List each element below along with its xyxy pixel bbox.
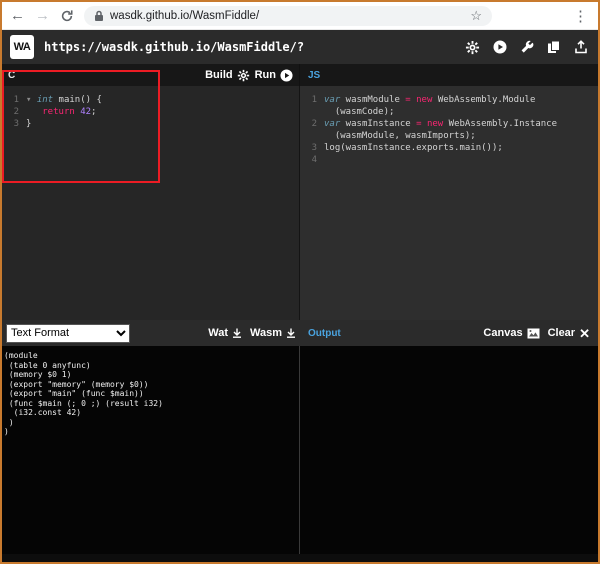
clear-label: Clear — [547, 327, 576, 339]
upload-icon — [575, 40, 587, 54]
browser-chrome: ← → wasdk.github.io/WasmFiddle/ ☆ ⋮ — [2, 2, 598, 30]
tools-button[interactable] — [520, 40, 534, 54]
run-header-button[interactable] — [493, 40, 507, 54]
canvas-pane — [300, 346, 598, 554]
gear-icon — [465, 40, 480, 54]
share-button[interactable] — [574, 40, 588, 54]
run-button[interactable]: Run — [254, 68, 293, 82]
js-toolbar-section: JS — [300, 64, 598, 86]
docs-button[interactable] — [547, 40, 561, 54]
wasmfiddle-logo: WA — [10, 35, 34, 59]
app-window: ← → wasdk.github.io/WasmFiddle/ ☆ ⋮ WA h… — [0, 0, 600, 564]
wat-label: Wat — [208, 327, 228, 339]
canvas-clear-group: Canvas Clear ✕ — [483, 327, 590, 340]
build-gear-icon — [237, 69, 249, 81]
canvas-image-icon — [527, 328, 540, 338]
bottom-bar — [2, 554, 598, 562]
output-section-header: Output Canvas Clear ✕ — [300, 327, 598, 340]
page-title: https://wasdk.github.io/WasmFiddle/? — [44, 40, 305, 54]
play-circle-icon — [493, 40, 507, 54]
tab-c[interactable]: C — [8, 70, 15, 81]
settings-button[interactable] — [465, 40, 480, 55]
wasmfiddle-header: WA https://wasdk.github.io/WasmFiddle/? — [2, 30, 598, 64]
wasm-label: Wasm — [250, 327, 282, 339]
browser-menu-button[interactable]: ⋮ — [573, 7, 590, 25]
editor-toolbar: C Build Run JS — [2, 64, 598, 86]
address-bar[interactable]: wasdk.github.io/WasmFiddle/ ☆ — [84, 5, 492, 26]
download-icon — [233, 328, 241, 338]
header-actions — [465, 40, 588, 55]
build-button-label: Build — [205, 69, 233, 81]
run-play-icon — [280, 68, 293, 82]
clear-button[interactable]: Clear ✕ — [548, 327, 590, 340]
wrench-icon — [521, 40, 534, 53]
canvas-label: Canvas — [483, 327, 523, 339]
back-button[interactable]: ← — [10, 8, 25, 23]
forward-button[interactable]: → — [35, 8, 50, 23]
reload-button[interactable] — [60, 9, 74, 23]
download-icon — [287, 328, 295, 338]
download-wat-button[interactable]: Wat — [208, 327, 242, 339]
address-url[interactable]: wasdk.github.io/WasmFiddle/ — [110, 10, 464, 22]
build-run-group: Build Run — [205, 68, 293, 82]
lock-icon — [95, 10, 103, 21]
wat-output-text: (module (table 0 anyfunc) (memory $0 1) … — [4, 351, 163, 436]
docs-icon — [548, 40, 560, 53]
js-editor[interactable]: 1 var wasmModule = new WebAssembly.Module… — [300, 86, 598, 320]
build-button[interactable]: Build — [205, 69, 250, 82]
c-toolbar-section: C Build Run — [2, 64, 300, 86]
output-row: (module (table 0 anyfunc) (memory $0 1) … — [2, 346, 598, 554]
output-toolbar: Text Format Wat Wasm Output Canvas Clear… — [2, 320, 598, 346]
download-wasm-button[interactable]: Wasm — [250, 327, 296, 339]
run-button-label: Run — [254, 69, 276, 81]
canvas-button[interactable]: Canvas — [483, 327, 540, 339]
clear-x-icon: ✕ — [579, 325, 590, 341]
format-section: Text Format Wat Wasm — [2, 323, 300, 343]
download-group: Wat Wasm — [208, 327, 296, 339]
tab-output[interactable]: Output — [308, 328, 341, 339]
editors-row: 1 ▾ int main() {2 return 42; 3} 1 var wasmM… — [2, 86, 598, 320]
reload-icon — [61, 9, 73, 21]
format-select[interactable]: Text Format — [6, 323, 130, 343]
output-pane[interactable]: (module (table 0 anyfunc) (memory $0 1) … — [2, 346, 300, 554]
tab-js[interactable]: JS — [308, 70, 320, 81]
bookmark-star-icon[interactable]: ☆ — [470, 8, 482, 24]
c-editor[interactable]: 1 ▾ int main() {2 return 42; 3} — [2, 86, 300, 320]
